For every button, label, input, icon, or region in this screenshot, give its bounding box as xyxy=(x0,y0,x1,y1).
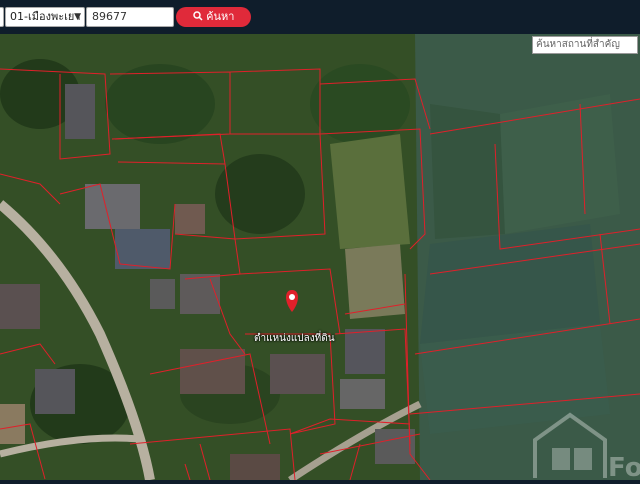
parcel-number-value: 89677 xyxy=(92,10,127,23)
rice-field xyxy=(430,104,505,239)
place-search-placeholder: ค้นหาสถานที่สำคัญ xyxy=(536,39,620,50)
house-roof xyxy=(340,379,385,409)
place-search-input[interactable]: ค้นหาสถานที่สำคัญ xyxy=(532,36,638,54)
rice-field xyxy=(500,94,620,234)
garden-plot xyxy=(330,134,410,249)
house-roof xyxy=(115,229,170,269)
house-roof xyxy=(150,279,175,309)
search-icon xyxy=(192,11,203,21)
chevron-down-icon: ▼ xyxy=(74,12,81,22)
house-roof xyxy=(175,204,205,234)
search-button[interactable]: ค้นหา xyxy=(176,7,251,27)
parcel-location-label: ตำแหน่งแปลงที่ดิน xyxy=(254,333,335,344)
watermark-text: Fo xyxy=(608,453,640,480)
house-roof xyxy=(65,84,95,139)
parcel-number-input[interactable]: 89677 xyxy=(86,7,174,27)
subdistrict-select-value: 01-เมืองพะเยา xyxy=(10,10,81,23)
district-select[interactable] xyxy=(0,7,4,27)
watermark-logo: Fo xyxy=(530,400,640,484)
bare-land xyxy=(0,404,25,444)
watermark-house-icon: Fo xyxy=(533,412,640,483)
toolbar: 01-เมืองพะเยา ▼ 89677 ค้นหา xyxy=(0,0,640,34)
house-roof xyxy=(0,284,40,329)
subdistrict-select[interactable]: 01-เมืองพะเยา ▼ xyxy=(5,7,85,27)
search-button-label: ค้นหา xyxy=(206,10,235,23)
clearing xyxy=(345,244,405,319)
tree-cluster xyxy=(105,64,215,144)
house-roof xyxy=(270,354,325,394)
house-roof xyxy=(345,329,385,374)
house-roof xyxy=(230,454,280,480)
rice-field xyxy=(420,224,600,344)
house-roof xyxy=(35,369,75,414)
house-roof xyxy=(180,274,220,314)
house-roof xyxy=(85,184,140,229)
house-roof xyxy=(180,349,245,394)
